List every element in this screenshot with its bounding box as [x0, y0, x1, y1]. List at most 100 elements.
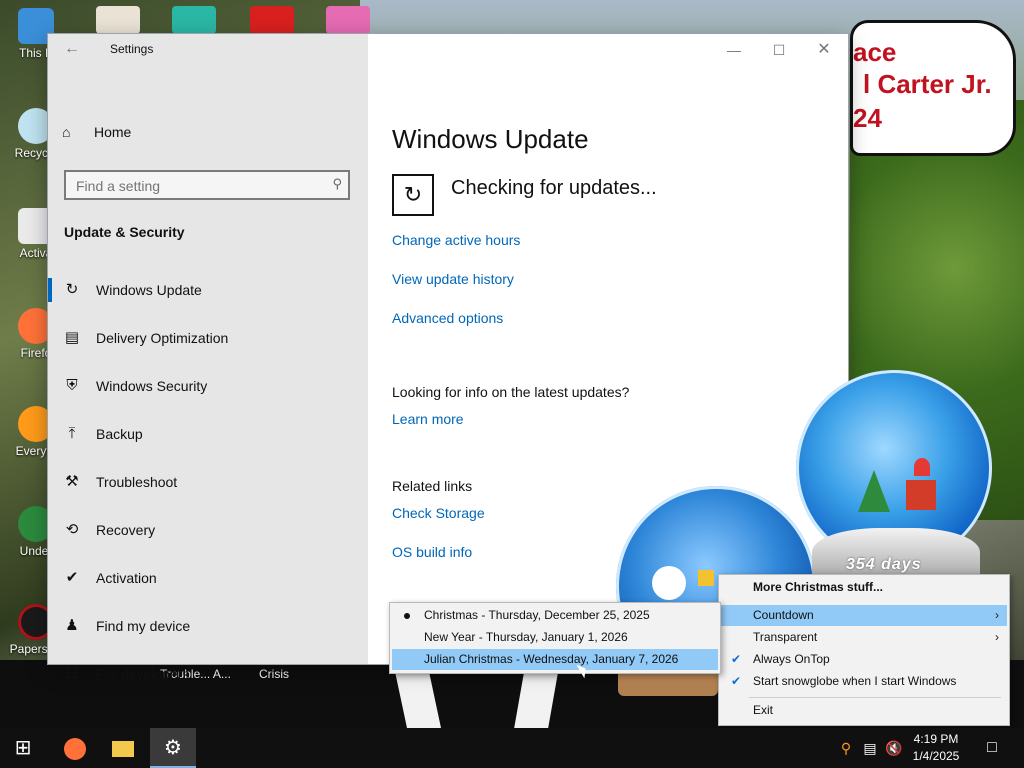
- os-build-info-link[interactable]: OS build info: [392, 544, 472, 560]
- taskbar-settings[interactable]: ⚙: [150, 728, 196, 768]
- taskbar-file-explorer[interactable]: [100, 728, 146, 768]
- countdown-submenu: Christmas - Thursday, December 25, 2025 …: [389, 602, 721, 674]
- snowman-icon: [652, 566, 686, 600]
- update-status: Checking for updates...: [451, 177, 657, 199]
- days-remaining-badge: 354 days: [846, 556, 922, 573]
- notifications-icon[interactable]: □: [982, 738, 1002, 758]
- menu-item-start-with-windows[interactable]: ✔ Start snowglobe when I start Windows: [721, 671, 1007, 692]
- santa-hat-icon: [914, 458, 930, 476]
- view-update-history-link[interactable]: View update history: [392, 271, 514, 287]
- learn-more-link[interactable]: Learn more: [392, 411, 464, 427]
- menu-item-transparent[interactable]: Transparent ›: [721, 627, 1007, 648]
- menu-item-christmas[interactable]: Christmas - Thursday, December 25, 2025: [392, 605, 718, 626]
- taskbar: ⊞ ⚙ ⚲ ▤ 🔇 4:19 PM 1/4/2025 □: [0, 728, 1024, 768]
- nav-item-delivery-optimization[interactable]: ▤ Delivery Optimization: [48, 316, 368, 360]
- clock-date: 1/4/2025: [912, 749, 960, 763]
- nav-item-find-my-device[interactable]: ♟ Find my device: [48, 604, 368, 648]
- desktop-character-icon[interactable]: [326, 6, 370, 34]
- speech-line-2: l Carter Jr.: [863, 69, 992, 99]
- nav-item-backup[interactable]: ⤒ Backup: [48, 412, 368, 456]
- back-arrow-icon[interactable]: ←: [64, 40, 80, 58]
- close-button[interactable]: ✕: [804, 38, 844, 62]
- menu-item-countdown[interactable]: Countdown ›: [721, 605, 1007, 626]
- update-sync-icon: ↻: [392, 174, 434, 216]
- nav-item-activation[interactable]: ✔ Activation: [48, 556, 368, 600]
- backup-arrow-icon: ⤒: [68, 425, 76, 442]
- menu-item-more-christmas[interactable]: More Christmas stuff...: [721, 577, 1007, 598]
- maximize-button[interactable]: ☐: [759, 38, 799, 62]
- submenu-arrow-icon: ›: [995, 630, 999, 644]
- developer-tools-icon: ☷: [65, 665, 79, 682]
- search-box[interactable]: ⚲: [64, 170, 350, 200]
- everything-tray-icon[interactable]: ⚲: [836, 738, 856, 758]
- refresh-icon: ↻: [65, 281, 79, 298]
- nav-item-windows-update[interactable]: ↻ Windows Update: [48, 268, 368, 312]
- taskbar-firefox[interactable]: [52, 728, 98, 768]
- firefox-icon: [64, 737, 86, 760]
- menu-item-label: Exit: [753, 703, 774, 717]
- nav-item-label: Windows Update: [96, 282, 202, 298]
- home-icon: ⌂: [62, 124, 71, 140]
- nav-item-label: Find my device: [96, 618, 191, 634]
- delivery-optimization-icon: ▤: [64, 329, 80, 346]
- nav-item-windows-security[interactable]: ⛨ Windows Security: [48, 364, 368, 408]
- title-bar[interactable]: ← Settings — ☐ ✕: [48, 34, 848, 66]
- volume-muted-icon[interactable]: 🔇: [884, 738, 904, 758]
- menu-item-new-year[interactable]: New Year - Thursday, January 1, 2026: [392, 627, 718, 648]
- snowglobe-context-menu: More Christmas stuff... Countdown › Tran…: [718, 574, 1010, 726]
- menu-item-label: New Year - Thursday, January 1, 2026: [424, 630, 628, 644]
- search-input[interactable]: [74, 176, 318, 196]
- menu-item-exit[interactable]: Exit: [721, 700, 1007, 721]
- page-title: Windows Update: [392, 124, 589, 154]
- settings-gear-icon: ⚙: [164, 737, 182, 759]
- nav-item-for-developers[interactable]: ☷ For developers: [48, 652, 368, 692]
- nav-item-label: Delivery Optimization: [96, 330, 229, 346]
- selected-indicator: [48, 278, 52, 302]
- menu-item-label: Julian Christmas - Wednesday, January 7,…: [424, 652, 679, 666]
- change-active-hours-link[interactable]: Change active hours: [392, 232, 520, 248]
- nav-item-label: Activation: [96, 570, 157, 586]
- menu-separator: [749, 697, 1001, 698]
- file-explorer-icon: [112, 740, 134, 757]
- advanced-options-link[interactable]: Advanced options: [392, 310, 503, 326]
- desktop-icon-label: Firefo: [20, 346, 52, 360]
- menu-item-label: Christmas - Thursday, December 25, 2025: [424, 608, 650, 622]
- nav-item-recovery[interactable]: ⟲ Recovery: [48, 508, 368, 552]
- nav-item-troubleshoot[interactable]: ⚒ Troubleshoot: [48, 460, 368, 504]
- desktop-game-icon[interactable]: [172, 6, 216, 34]
- menu-item-label: Always OnTop: [753, 652, 830, 666]
- start-button[interactable]: ⊞: [0, 728, 46, 768]
- wallpaper-speech-bubble: ace l Carter Jr. 24: [850, 20, 1016, 156]
- clock-time: 4:19 PM: [913, 732, 959, 746]
- recovery-icon: ⟲: [65, 521, 79, 538]
- taskbar-clock[interactable]: 4:19 PM 1/4/2025: [906, 731, 966, 765]
- check-circle-icon: ✔: [65, 569, 79, 586]
- speech-line-1: ace: [853, 37, 897, 67]
- minimize-button[interactable]: —: [714, 38, 754, 62]
- speech-line-3: 24: [853, 103, 882, 133]
- submenu-arrow-icon: ›: [995, 608, 999, 622]
- check-storage-link[interactable]: Check Storage: [392, 505, 485, 521]
- settings-sidebar: ⌂ Home ⚲ Update & Security ↻ Windows Upda…: [48, 66, 368, 682]
- menu-item-julian-christmas[interactable]: Julian Christmas - Wednesday, January 7,…: [392, 649, 718, 670]
- related-links-heading: Related links: [392, 478, 473, 494]
- nav-item-label: Recovery: [96, 522, 156, 538]
- menu-item-label: More Christmas stuff...: [753, 580, 884, 594]
- person-location-icon: ♟: [65, 617, 79, 634]
- menu-item-always-ontop[interactable]: ✔ Always OnTop: [721, 649, 1007, 670]
- gift-stack-icon: [906, 480, 936, 510]
- info-heading: Looking for info on the latest updates?: [392, 384, 630, 400]
- radio-selected-icon: [404, 613, 410, 619]
- desktop-app-icon[interactable]: [96, 6, 140, 34]
- mcdonalds-icon[interactable]: [250, 6, 294, 34]
- menu-item-label: Start snowglobe when I start Windows: [753, 674, 957, 688]
- nav-item-label: Troubleshoot: [96, 474, 178, 490]
- checkmark-icon: ✔: [731, 652, 742, 666]
- title-bar-left: [48, 34, 368, 66]
- nav-item-label: Backup: [96, 426, 143, 442]
- section-title: Update & Security: [64, 224, 185, 240]
- nav-home[interactable]: ⌂ Home: [62, 124, 131, 140]
- search-icon[interactable]: ⚲: [332, 176, 342, 192]
- network-icon[interactable]: ▤: [860, 738, 880, 758]
- menu-item-label: Countdown: [753, 608, 814, 622]
